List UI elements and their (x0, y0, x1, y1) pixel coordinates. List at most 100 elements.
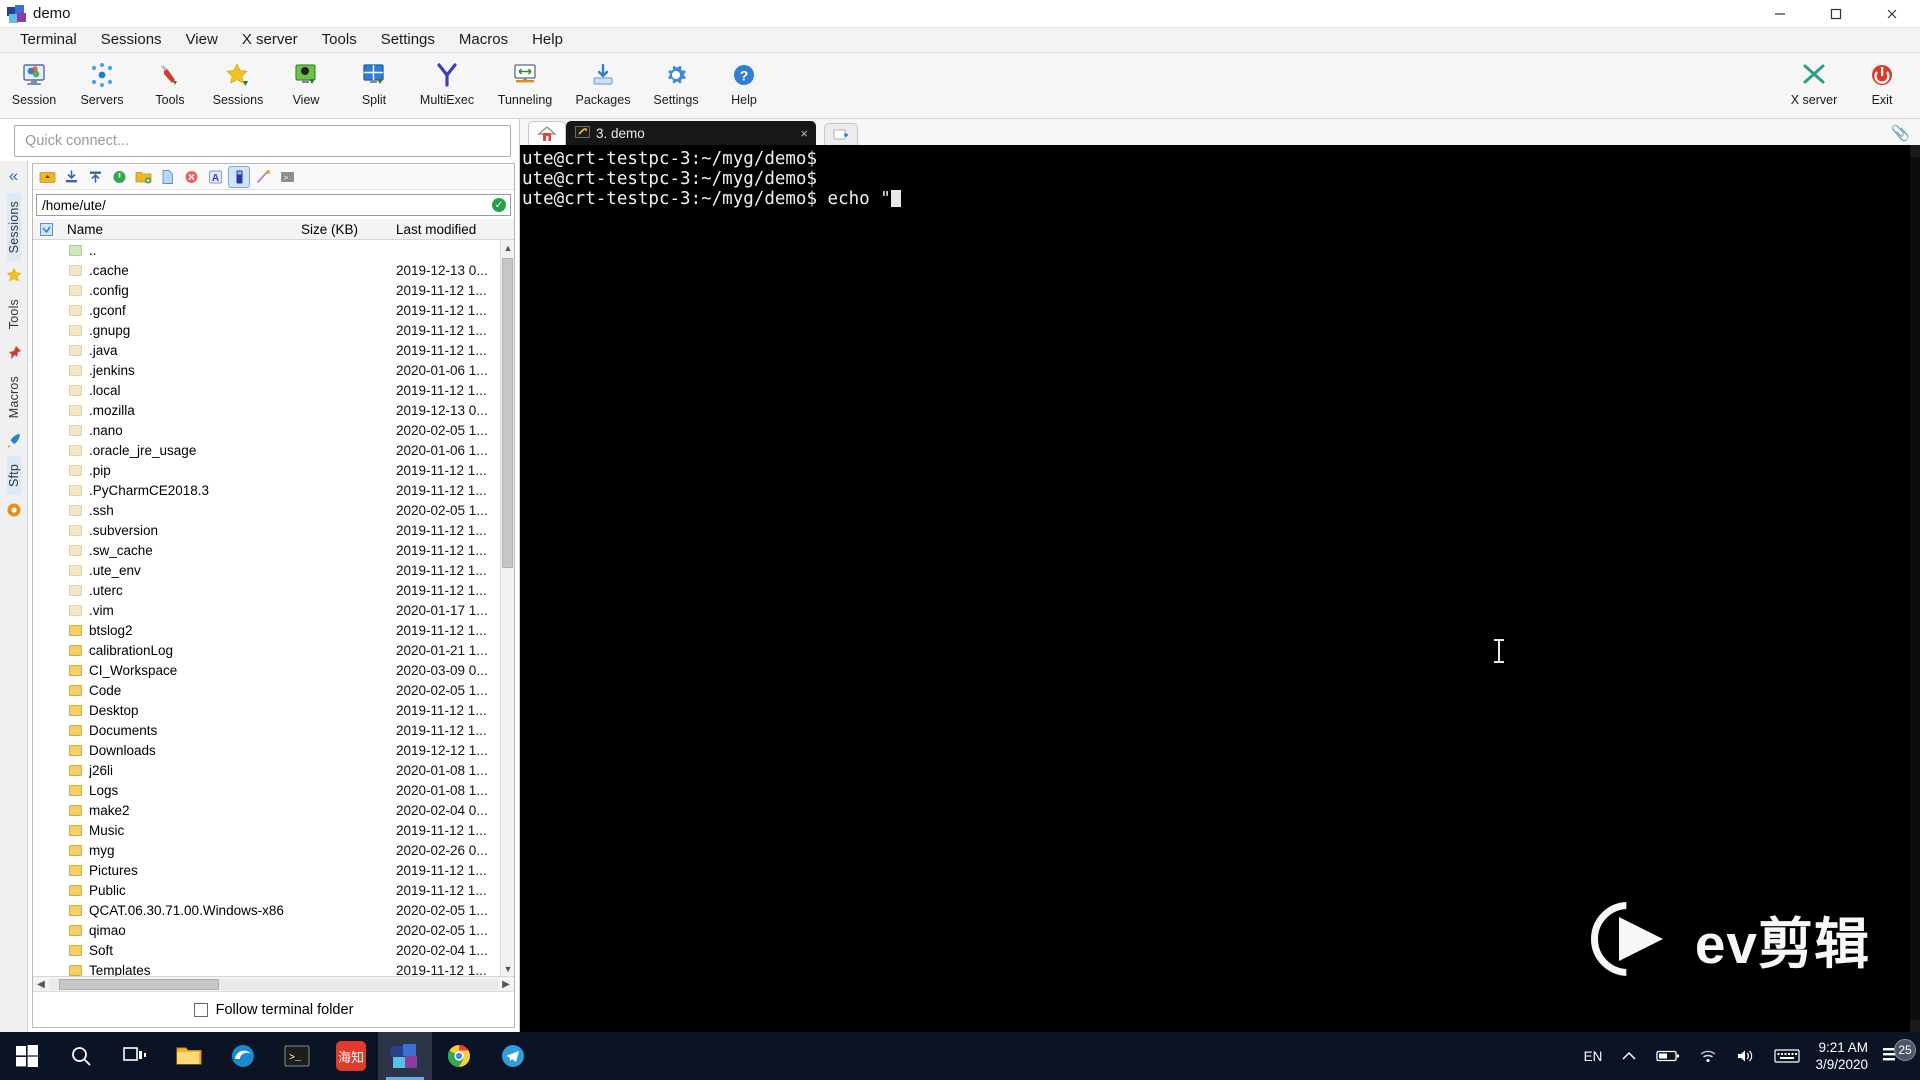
table-row[interactable]: .PyCharmCE2018.3 2019-11-12 1... (33, 480, 514, 500)
file-list[interactable]: .. .cache 2019-12-13 0... .config 2019-11-12… (33, 240, 514, 976)
terminal-scroll-up-arrow-icon[interactable] (1910, 145, 1920, 157)
table-row[interactable]: Desktop 2019-11-12 1... (33, 700, 514, 720)
table-row[interactable]: .gnupg 2019-11-12 1... (33, 320, 514, 340)
upload-icon[interactable] (85, 167, 105, 187)
pin-icon[interactable] (4, 343, 24, 363)
table-row[interactable]: .ute_env 2019-11-12 1... (33, 560, 514, 580)
table-row[interactable]: .gconf 2019-11-12 1... (33, 300, 514, 320)
minimize-button[interactable] (1752, 0, 1808, 28)
table-row[interactable]: j26li 2020-01-08 1... (33, 760, 514, 780)
star-icon[interactable] (4, 266, 24, 286)
file-name-cell[interactable]: j26li (59, 763, 301, 778)
file-name-cell[interactable]: Music (59, 823, 301, 838)
scroll-down-arrow-icon[interactable]: ▼ (501, 961, 514, 976)
column-header-size[interactable]: Size (KB) (301, 222, 396, 237)
quick-connect-input[interactable]: Quick connect... (14, 125, 511, 157)
table-row[interactable]: qimao 2020-02-05 1... (33, 920, 514, 940)
horizontal-scroll-thumb[interactable] (59, 978, 219, 990)
table-row[interactable]: .java 2019-11-12 1... (33, 340, 514, 360)
home-tab[interactable] (528, 121, 566, 145)
file-list-vertical-scrollbar[interactable]: ▲ ▼ (500, 240, 514, 976)
table-row[interactable]: .pip 2019-11-12 1... (33, 460, 514, 480)
table-row[interactable]: .oracle_jre_usage 2020-01-06 1... (33, 440, 514, 460)
table-row[interactable]: CI_Workspace 2020-03-09 0... (33, 660, 514, 680)
orange-dot-icon[interactable] (4, 500, 24, 520)
binary-mode-icon[interactable] (228, 165, 250, 188)
search-icon[interactable] (54, 1032, 108, 1080)
table-row[interactable]: Soft 2020-02-04 1... (33, 940, 514, 960)
select-all-checkbox[interactable] (33, 222, 59, 236)
file-name-cell[interactable]: calibrationLog (59, 643, 301, 658)
horizontal-scroll-track[interactable] (49, 978, 498, 990)
file-name-cell[interactable]: .ssh (59, 503, 301, 518)
table-row[interactable]: Music 2019-11-12 1... (33, 820, 514, 840)
file-name-cell[interactable]: make2 (59, 803, 301, 818)
new-file-icon[interactable] (157, 167, 177, 187)
table-row[interactable]: .jenkins 2020-01-06 1... (33, 360, 514, 380)
toolbar-tools-button[interactable]: Tools (136, 56, 204, 107)
file-name-cell[interactable]: .oracle_jre_usage (59, 443, 301, 458)
file-name-cell[interactable]: .subversion (59, 523, 301, 538)
file-name-cell[interactable]: Soft (59, 943, 301, 958)
file-name-cell[interactable]: Downloads (59, 743, 301, 758)
table-row[interactable]: .nano 2020-02-05 1... (33, 420, 514, 440)
file-name-cell[interactable]: QCAT.06.30.71.00.Windows-x86 (59, 903, 301, 918)
table-row[interactable]: QCAT.06.30.71.00.Windows-x86 2020-02-05 1… (33, 900, 514, 920)
close-button[interactable] (1864, 0, 1920, 28)
mobaxterm-icon[interactable] (378, 1032, 432, 1080)
table-row[interactable]: Templates 2019-11-12 1... (33, 960, 514, 976)
terminal-scrollbar[interactable] (1910, 145, 1920, 1032)
file-name-cell[interactable]: .PyCharmCE2018.3 (59, 483, 301, 498)
sidebar-item-macros[interactable]: Macros (7, 368, 21, 426)
file-name-cell[interactable]: .gconf (59, 303, 301, 318)
delete-icon[interactable] (181, 167, 201, 187)
battery-icon[interactable] (1647, 1032, 1689, 1080)
table-row[interactable]: .mozilla 2019-12-13 0... (33, 400, 514, 420)
maximize-button[interactable] (1808, 0, 1864, 28)
language-indicator[interactable]: EN (1575, 1032, 1612, 1080)
sidebar-item-tools[interactable]: Tools (7, 291, 21, 337)
collapse-sidebar-button[interactable]: « (9, 167, 18, 184)
sftp-path-bar[interactable]: /home/ute/ ✓ (36, 194, 511, 216)
file-name-cell[interactable]: .cache (59, 263, 301, 278)
file-name-cell[interactable]: myg (59, 843, 301, 858)
toolbar-help-button[interactable]: ? Help (710, 56, 778, 107)
attach-icon[interactable]: 📎 (1891, 124, 1910, 142)
scroll-up-arrow-icon[interactable]: ▲ (501, 240, 514, 255)
scroll-right-arrow-icon[interactable]: ▶ (498, 979, 514, 990)
file-name-cell[interactable]: .nano (59, 423, 301, 438)
table-row[interactable]: Documents 2019-11-12 1... (33, 720, 514, 740)
file-name-cell[interactable]: .pip (59, 463, 301, 478)
table-row[interactable]: calibrationLog 2020-01-21 1... (33, 640, 514, 660)
file-name-cell[interactable]: .mozilla (59, 403, 301, 418)
file-explorer-icon[interactable] (162, 1032, 216, 1080)
toolbar-servers-button[interactable]: Servers (68, 56, 136, 107)
speaker-icon[interactable] (1727, 1032, 1765, 1080)
telegram-icon[interactable] (486, 1032, 540, 1080)
toolbar-session-button[interactable]: Session (0, 56, 68, 107)
follow-terminal-folder-checkbox[interactable] (193, 1002, 208, 1017)
chevron-up-icon[interactable] (1611, 1032, 1647, 1080)
file-name-cell[interactable]: Templates (59, 963, 301, 976)
file-name-cell[interactable]: Logs (59, 783, 301, 798)
file-name-cell[interactable]: Desktop (59, 703, 301, 718)
file-name-cell[interactable]: .local (59, 383, 301, 398)
file-name-cell[interactable]: Public (59, 883, 301, 898)
table-row[interactable]: Logs 2020-01-08 1... (33, 780, 514, 800)
keyboard-icon[interactable] (1765, 1032, 1809, 1080)
table-row[interactable]: .subversion 2019-11-12 1... (33, 520, 514, 540)
sidebar-item-sessions[interactable]: Sessions (6, 193, 21, 262)
toolbar-settings-button[interactable]: Settings (642, 56, 710, 107)
follow-terminal-folder-row[interactable]: Follow terminal folder (33, 991, 514, 1027)
column-header-modified[interactable]: Last modified (396, 222, 514, 237)
toolbar-sessions-button[interactable]: Sessions (204, 56, 272, 107)
haidu-app-icon[interactable]: 海知 (324, 1032, 378, 1080)
notification-center-button[interactable]: 25 (1880, 1039, 1920, 1068)
menu-help[interactable]: Help (520, 28, 575, 52)
terminal-output[interactable]: ute@crt-testpc-3:~/myg/demo$ ute@crt-tes… (520, 145, 1920, 1032)
windows-start-icon[interactable] (0, 1032, 54, 1080)
menu-x-server[interactable]: X server (230, 28, 310, 52)
up-folder-icon[interactable] (37, 167, 57, 187)
file-name-cell[interactable]: btslog2 (59, 623, 301, 638)
table-row[interactable]: .vim 2020-01-17 1... (33, 600, 514, 620)
